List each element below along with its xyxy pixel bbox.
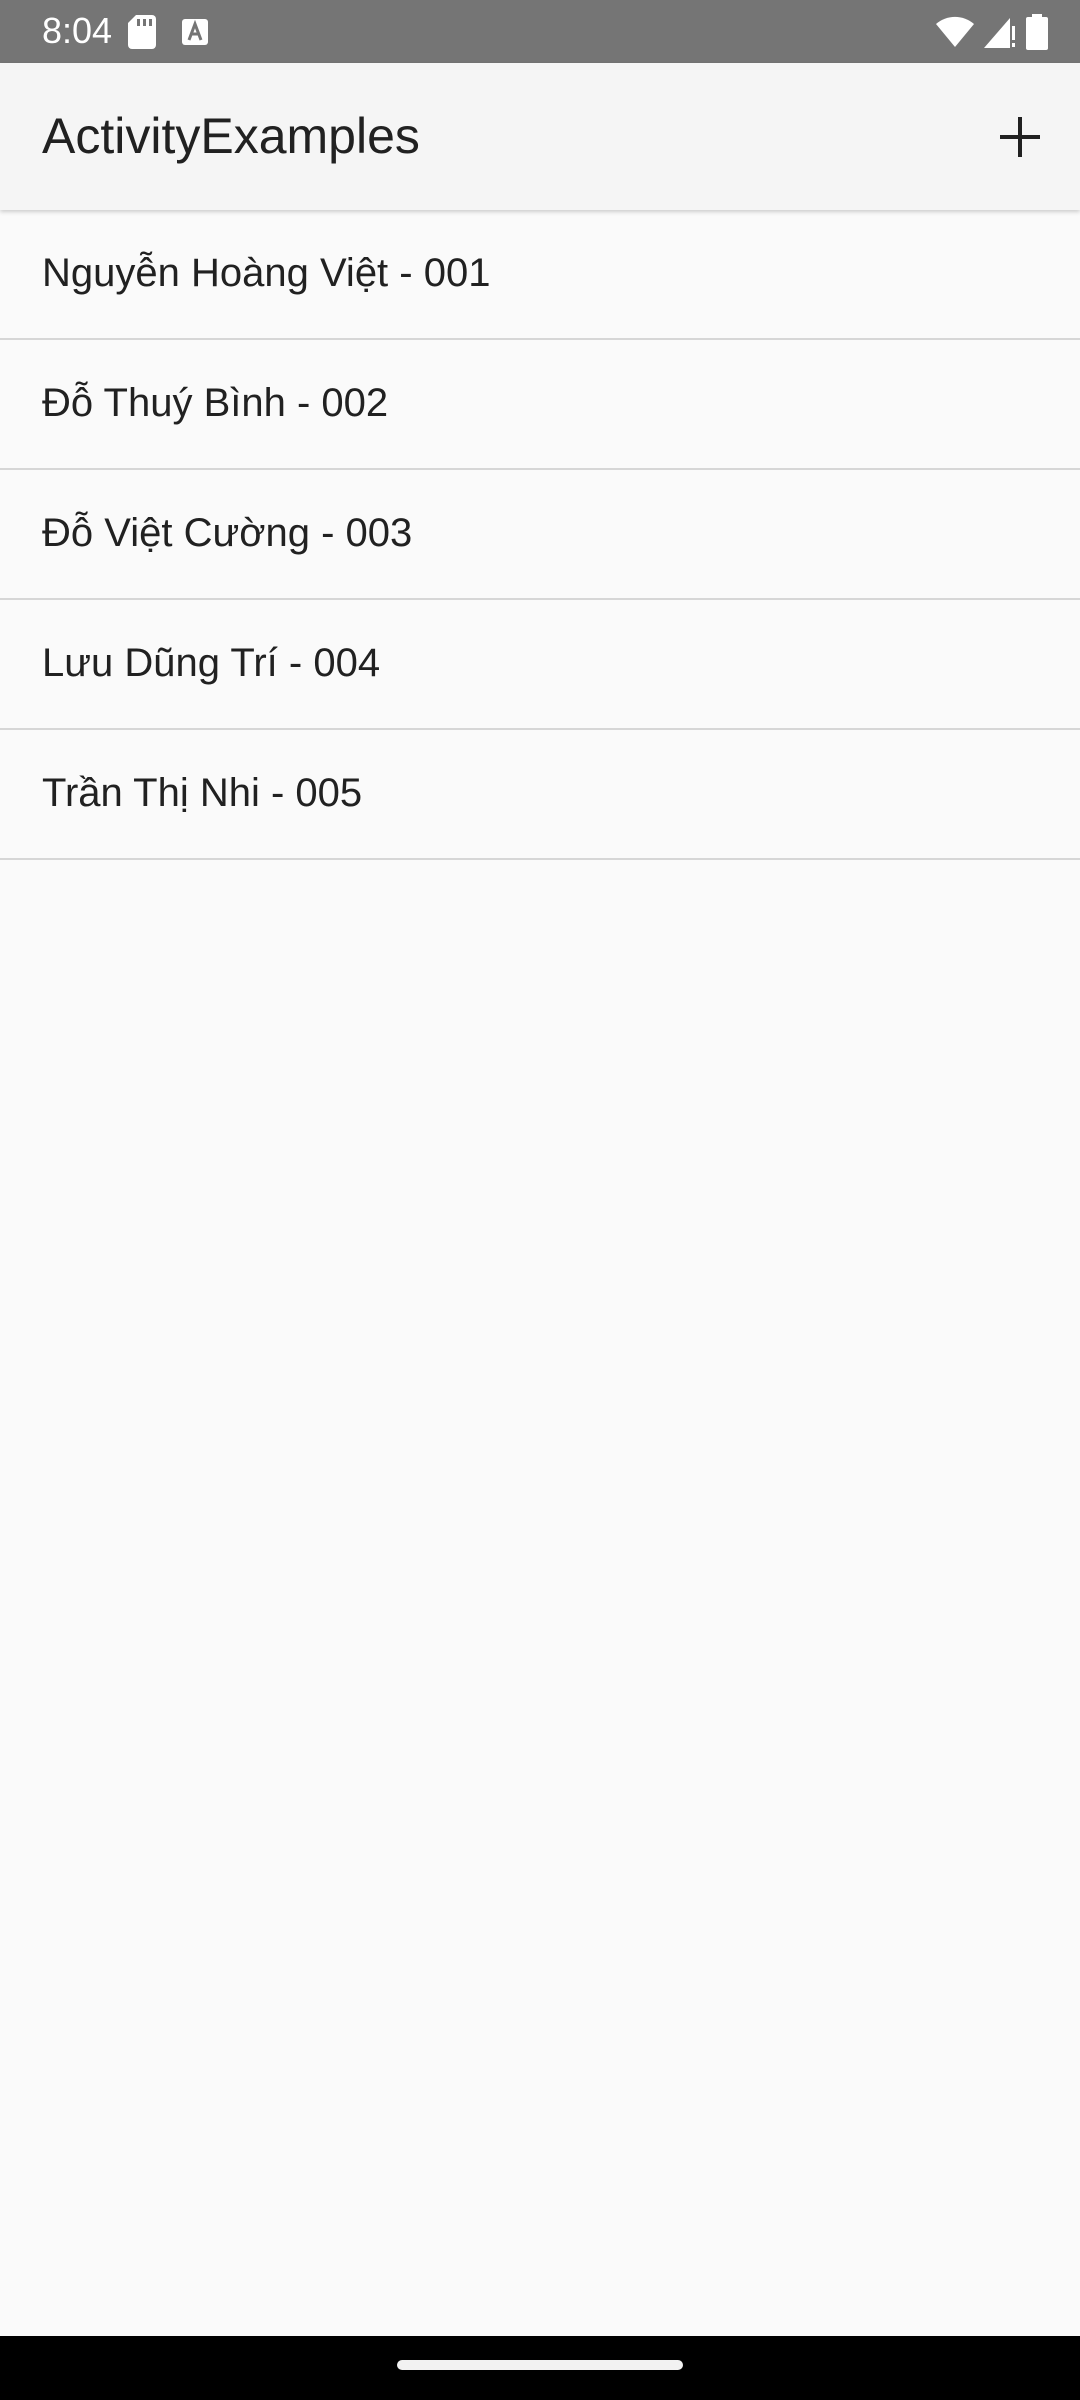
battery-icon — [1026, 14, 1048, 50]
status-system-icons — [936, 12, 1048, 52]
list-item-label: Nguyễn Hoàng Việt - 001 — [42, 251, 491, 295]
plus-icon — [1000, 117, 1040, 157]
list-item-label: Đỗ Việt Cường - 003 — [42, 511, 413, 555]
list-item-label: Trần Thị Nhi - 005 — [42, 771, 363, 815]
app-title: ActivityExamples — [42, 108, 420, 164]
list-item-label: Lưu Dũng Trí - 004 — [42, 641, 381, 685]
cellular-signal-icon — [984, 16, 1016, 48]
sd-card-icon — [128, 15, 156, 49]
list-item[interactable]: Đỗ Thuý Bình - 002 — [0, 340, 1080, 470]
list-item[interactable]: Đỗ Việt Cường - 003 — [0, 470, 1080, 600]
screen: 8:04 ActivityExamples Nguyễn Hoàng Việt … — [0, 0, 1080, 2400]
list-item[interactable]: Lưu Dũng Trí - 004 — [0, 600, 1080, 730]
wifi-icon — [936, 16, 974, 48]
list-item[interactable]: Trần Thị Nhi - 005 — [0, 730, 1080, 860]
navigation-bar — [0, 2336, 1080, 2400]
list-item[interactable]: Nguyễn Hoàng Việt - 001 — [0, 210, 1080, 340]
student-list: Nguyễn Hoàng Việt - 001 Đỗ Thuý Bình - 0… — [0, 210, 1080, 860]
app-bar: ActivityExamples — [0, 63, 1080, 210]
home-gesture-handle[interactable] — [397, 2360, 683, 2370]
add-button[interactable] — [980, 97, 1060, 177]
list-item-label: Đỗ Thuý Bình - 002 — [42, 381, 389, 425]
keyboard-a-icon — [182, 19, 208, 45]
status-time: 8:04 — [42, 10, 113, 51]
status-notification-icons — [128, 14, 208, 50]
status-bar: 8:04 — [0, 0, 1080, 63]
